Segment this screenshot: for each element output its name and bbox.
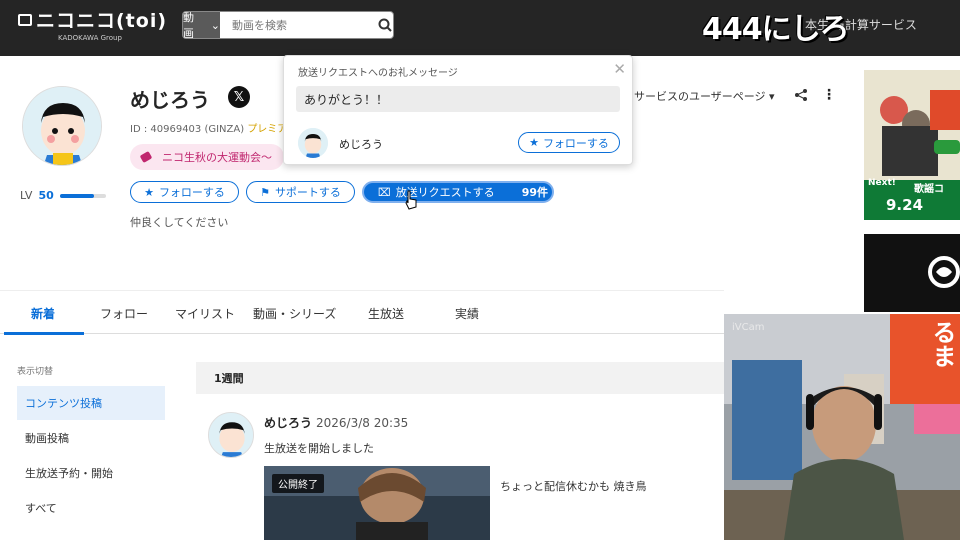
tab-videos-series[interactable]: 動画・シリーズ — [253, 305, 336, 322]
top-navigation-bar: ニコニコ(toi) KADOKAWA Group 動画 ⌄ 本生 与計算サービス… — [0, 0, 960, 56]
user-id-text: ID : 40969403 (GINZA) — [130, 124, 248, 135]
sidebar-heading: 表示切替 — [17, 367, 54, 377]
ad-date: 9.24 — [886, 196, 924, 214]
popup-name: めじろう — [339, 138, 383, 151]
level-label: LV — [20, 189, 33, 202]
x-twitter-icon[interactable]: 𝕏 — [228, 86, 250, 108]
request-count: 99件 — [521, 186, 548, 199]
feed-post-header: めじろう 2026/3/8 20:35 — [264, 414, 408, 431]
logo-subtitle: KADOKAWA Group — [58, 34, 122, 42]
search-icon — [378, 18, 392, 32]
sidebar-item-all[interactable]: すべて — [17, 491, 165, 525]
tv-icon — [18, 13, 32, 26]
ended-badge: 公開終了 — [272, 474, 324, 493]
more-vertical-icon[interactable]: ⋮ — [822, 87, 836, 103]
user-id: ID : 40969403 (GINZA) プレミア — [130, 120, 287, 135]
niconico-logo[interactable]: ニコニコ(toi) KADOKAWA Group — [18, 6, 167, 42]
support-label: サポートする — [274, 186, 341, 199]
star-icon: ★ — [144, 185, 154, 199]
event-badge[interactable]: ニコ生秋の大運動会〜 — [130, 144, 284, 170]
popup-follow-button[interactable]: ★ フォローする — [518, 132, 620, 153]
stream-overlay-text: 444にしろ — [702, 12, 850, 47]
flag-icon: ⚑ — [260, 185, 270, 199]
webcam-background-sign: るま — [890, 314, 960, 404]
feed-item-title[interactable]: ちょっと配信休むかも 焼き鳥 — [500, 478, 647, 494]
event-badge-label: ニコ生秋の大運動会〜 — [162, 151, 272, 164]
search-button[interactable] — [377, 12, 393, 38]
candy-icon — [140, 151, 152, 163]
service-user-page-link[interactable]: サービスのユーザーページ ▾ — [634, 88, 775, 104]
avatar[interactable] — [22, 86, 102, 166]
ad-banner[interactable]: Next! 歌謡コ 9.24 — [864, 70, 960, 220]
feed-post-name: めじろう — [264, 416, 313, 430]
search-category-label: 動画 — [183, 11, 194, 39]
search-input[interactable] — [219, 12, 377, 38]
share-icon[interactable] — [794, 88, 808, 102]
premium-label: プレミア — [247, 124, 288, 135]
ad-banner-dark[interactable] — [864, 234, 960, 312]
feed-post-date: 2026/3/8 20:35 — [316, 416, 409, 430]
tab-mylist[interactable]: マイリスト — [175, 305, 235, 322]
video-thumbnail[interactable]: 公開終了 — [264, 466, 490, 540]
feed-avatar[interactable] — [208, 412, 254, 458]
hand-cursor-icon — [405, 190, 417, 210]
search-category-select[interactable]: 動画 ⌄ — [183, 12, 220, 38]
profile-tabs: 新着 フォロー マイリスト 動画・シリーズ 生放送 実績 — [0, 290, 724, 335]
search-box: 動画 ⌄ — [182, 11, 394, 39]
thanks-message-popup: 放送リクエストへのお礼メッセージ ✕ ありがとう！！ めじろう ★ フォローする — [283, 55, 633, 165]
tab-new[interactable]: 新着 — [31, 305, 55, 322]
avatar-illustration — [209, 413, 253, 457]
close-icon[interactable]: ✕ — [613, 60, 626, 78]
filter-sidebar: 表示切替 コンテンツ投稿 動画投稿 生放送予約・開始 すべて — [0, 334, 180, 540]
avatar-illustration — [23, 87, 101, 165]
follow-label: フォローする — [158, 186, 225, 199]
sidebar-item-content-posts[interactable]: コンテンツ投稿 — [17, 386, 165, 420]
popup-title: 放送リクエストへのお礼メッセージ — [298, 68, 458, 79]
webcam-label: iVCam — [732, 322, 765, 333]
sidebar-item-live-schedule[interactable]: 生放送予約・開始 — [17, 456, 165, 490]
star-icon: ★ — [529, 136, 539, 149]
level-bar — [59, 193, 106, 198]
webcam-overlay: iVCam るま — [724, 314, 960, 540]
ad-next-label: Next! — [868, 178, 896, 188]
level-bar-fill — [59, 193, 95, 198]
profile-name: めじろう — [130, 88, 210, 112]
avatar-illustration — [298, 128, 328, 158]
ad-logo-icon — [928, 256, 960, 288]
feed-post-text: 生放送を開始しました — [264, 442, 374, 455]
support-button[interactable]: ⚑ サポートする — [246, 181, 355, 203]
popup-avatar — [298, 128, 328, 158]
profile-description: 仲良くしてください — [130, 216, 229, 229]
popup-message: ありがとう！！ — [296, 86, 620, 112]
logo-text: ニコニコ(toi) — [36, 10, 168, 32]
tab-live[interactable]: 生放送 — [368, 305, 404, 322]
sidebar-item-video-posts[interactable]: 動画投稿 — [17, 421, 165, 455]
level-indicator: LV 50 — [20, 189, 106, 202]
request-icon: ⌧ — [378, 185, 391, 199]
level-value: 50 — [38, 189, 54, 202]
tab-achievements[interactable]: 実績 — [455, 305, 479, 322]
follow-button[interactable]: ★ フォローする — [130, 181, 239, 203]
chevron-down-icon: ⌄ — [210, 18, 220, 32]
tab-follow[interactable]: フォロー — [100, 305, 148, 322]
popup-follow-label: フォローする — [542, 136, 609, 150]
broadcast-request-button[interactable]: ⌧ 放送リクエストする 99件 — [362, 181, 554, 203]
feed-period-header: 1週間 — [196, 362, 724, 394]
ad-side-text: 歌謡コ — [914, 184, 944, 195]
